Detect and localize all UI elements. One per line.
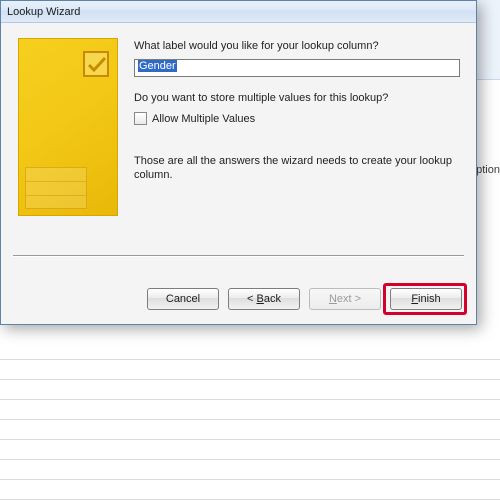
cancel-button-label: Cancel — [166, 293, 200, 305]
checkmark-icon — [83, 51, 109, 77]
label-question: What label would you like for your looku… — [134, 40, 379, 52]
next-button: Next > — [309, 288, 381, 310]
back-button-label: < Back — [247, 293, 281, 305]
table-row — [0, 460, 500, 480]
finish-button[interactable]: Finish — [390, 288, 462, 310]
wizard-illustration — [18, 38, 118, 216]
dialog-content: What label would you like for your looku… — [1, 23, 476, 324]
label-input-value: Gender — [138, 60, 177, 72]
back-button[interactable]: < Back — [228, 288, 300, 310]
wizard-final-text: Those are all the answers the wizard nee… — [134, 155, 460, 183]
allow-multiple-values-label: Allow Multiple Values — [152, 113, 255, 125]
dialog-titlebar[interactable]: Lookup Wizard — [1, 1, 476, 23]
dialog-title: Lookup Wizard — [7, 6, 80, 18]
label-input[interactable]: Gender — [134, 59, 460, 77]
multiple-values-question: Do you want to store multiple values for… — [134, 92, 388, 104]
dialog-separator — [13, 255, 464, 257]
table-row — [0, 360, 500, 380]
table-rows — [0, 340, 500, 500]
table-row — [0, 340, 500, 360]
finish-button-label: Finish — [411, 293, 440, 305]
table-row — [0, 400, 500, 420]
next-button-label: Next > — [329, 293, 361, 305]
table-row — [0, 380, 500, 400]
table-row — [0, 480, 500, 500]
datasheet-icon — [25, 167, 87, 209]
table-row — [0, 420, 500, 440]
allow-multiple-values-row[interactable]: Allow Multiple Values — [134, 112, 255, 125]
table-row — [0, 440, 500, 460]
allow-multiple-values-checkbox[interactable] — [134, 112, 147, 125]
dialog-button-row: Cancel < Back Next > Finish — [147, 288, 462, 310]
cancel-button[interactable]: Cancel — [147, 288, 219, 310]
lookup-wizard-dialog: Lookup Wizard What label would you like … — [0, 0, 477, 325]
